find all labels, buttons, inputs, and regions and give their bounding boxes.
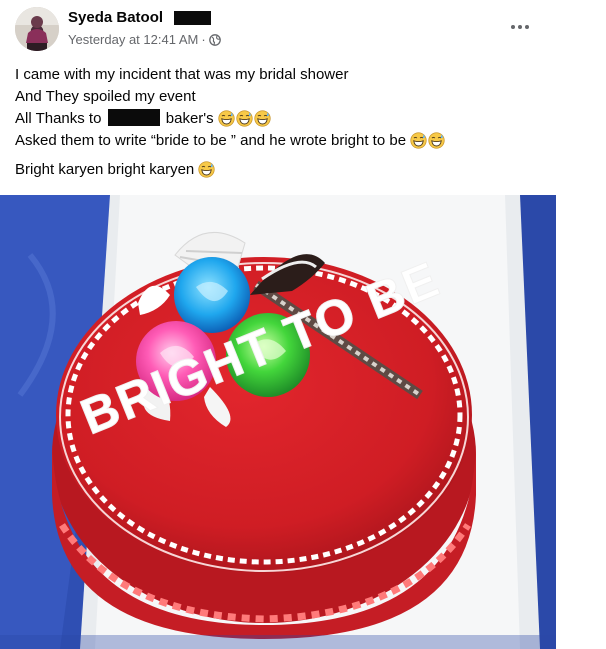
facebook-post: Syeda Batool Yesterday at 12:41 AM · I ca… xyxy=(0,0,606,649)
grinning-sweat-emoji-icon xyxy=(428,132,445,156)
line-4-text: Asked them to write “bride to be ” and h… xyxy=(15,132,407,149)
photo-side-gap xyxy=(556,195,606,649)
more-dot xyxy=(518,25,522,29)
author-name[interactable]: Syeda Batool xyxy=(68,9,163,27)
redacted-bakery-name xyxy=(107,109,160,126)
line-3-prefix: All Thanks to xyxy=(15,110,102,127)
more-options-icon[interactable] xyxy=(505,14,535,40)
post-line-1: I came with my incident that was my brid… xyxy=(15,66,349,83)
grinning-sweat-emoji-icon xyxy=(198,161,216,185)
globe-icon[interactable] xyxy=(208,34,221,50)
cake-photo-image: BRIGHT TO BE xyxy=(0,195,556,649)
post-line-5: Bright karyen bright karyen xyxy=(15,159,595,181)
post-text: I came with my incident that was my brid… xyxy=(15,64,595,181)
avatar-image xyxy=(15,7,59,51)
post-line-4: Asked them to write “bride to be ” and h… xyxy=(15,130,595,152)
redacted-surname xyxy=(174,11,211,25)
meta-separator: · xyxy=(201,32,206,47)
grinning-sweat-emoji-icon xyxy=(410,132,427,156)
avatar[interactable] xyxy=(15,7,59,51)
more-dot xyxy=(511,25,515,29)
line-3-suffix: baker's xyxy=(165,110,214,127)
line-5-text: Bright karyen bright karyen xyxy=(15,161,195,178)
more-dot xyxy=(525,25,529,29)
post-line-3: All Thanks to baker's xyxy=(15,108,595,130)
post-meta: Yesterday at 12:41 AM · xyxy=(68,32,221,50)
post-line-2: And They spoiled my event xyxy=(15,88,196,105)
post-timestamp[interactable]: Yesterday at 12:41 AM xyxy=(68,32,198,47)
red-cake-photo[interactable]: BRIGHT TO BE xyxy=(0,195,556,649)
